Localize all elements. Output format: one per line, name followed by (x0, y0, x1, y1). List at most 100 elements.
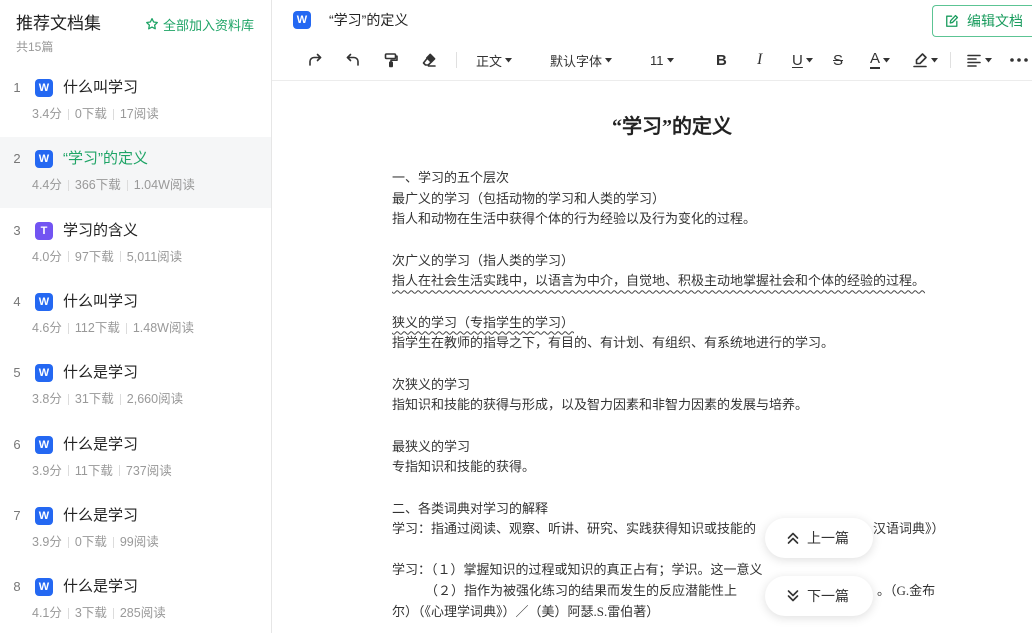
toolbar-divider (456, 52, 457, 68)
word-doc-icon: W (35, 364, 53, 382)
stats-separator (67, 179, 69, 191)
word-doc-icon: W (35, 507, 53, 525)
font-select-value: 默认字体 (550, 53, 603, 69)
item-reads: 1.48W阅读 (132, 321, 194, 335)
item-title: 学习的含义 (63, 221, 139, 239)
edit-document-button[interactable]: 编辑文档 (932, 5, 1032, 37)
doc-line: 次狭义的学习 (392, 376, 471, 392)
item-downloads: 31下载 (74, 392, 114, 406)
stats-separator (67, 465, 69, 476)
font-size-value: 11 (650, 52, 664, 68)
paragraph-style-value: 正文 (476, 53, 503, 69)
redo-button[interactable] (307, 50, 323, 70)
list-item[interactable]: 1 W 什么叫学习 3.4分 0下载 17阅读 (0, 66, 271, 137)
previous-document-label: 上一篇 (807, 530, 849, 546)
underline-icon: U (792, 51, 803, 69)
list-item-selected[interactable]: 2 W “学习”的定义 4.4分 366下载 1.04W阅读 (0, 137, 271, 208)
list-item[interactable]: 7 W 什么是学习 3.9分 0下载 99阅读 (0, 494, 271, 565)
doc-line: 最狭义的学习 (392, 438, 471, 454)
document-title: “学习”的定义 (612, 116, 732, 138)
add-all-to-library-link[interactable]: 全部加入资料库 (145, 14, 254, 34)
doc-line: 指人在社会生活实践中，以语言为中介，自觉地、积极主动地掌握社会和个体的经验的过程… (392, 271, 1032, 292)
doc-line: 学习：指通过阅读、观察、听讲、研究、实践获得知识或技能的 汉语词典》） (392, 519, 1032, 540)
chevron-down-icon (985, 57, 992, 63)
item-downloads: 112下载 (74, 321, 120, 335)
item-index: 7 (13, 508, 21, 523)
item-reads: 1.04W阅读 (133, 178, 195, 192)
doc-line-text: （２）指作为被强化练习的结果而发生的反应潜能性上 (425, 583, 738, 599)
undo-icon (345, 52, 361, 68)
undo-button[interactable] (345, 50, 361, 70)
item-downloads: 366下载 (74, 178, 121, 192)
item-score: 3.9分 (32, 535, 62, 549)
item-score: 4.0分 (32, 249, 62, 264)
stats-separator (67, 607, 69, 619)
list-item[interactable]: 8 W 什么是学习 4.1分 3下载 285阅读 (0, 565, 271, 633)
strikethrough-icon: S (833, 51, 844, 69)
doc-line-text: 。（G.金布 (877, 583, 936, 599)
list-item[interactable]: 4 W 什么叫学习 4.6分 112下载 1.48W阅读 (0, 280, 271, 351)
item-title: 什么是学习 (63, 364, 139, 381)
doc-line: 一、学习的五个层次 (392, 170, 510, 185)
list-item[interactable]: 3 T 学习的含义 4.0分 97下载 5,011阅读 (0, 209, 271, 280)
previous-document-button[interactable]: 上一篇 (765, 518, 873, 558)
highlight-color-button[interactable] (912, 50, 938, 70)
word-doc-icon: W (293, 11, 311, 29)
format-painter-icon (383, 52, 399, 68)
bold-button[interactable]: B (716, 50, 727, 70)
item-downloads: 0下载 (74, 535, 107, 549)
font-color-button[interactable]: A (870, 50, 891, 70)
item-reads: 17阅读 (119, 107, 159, 121)
align-left-icon (966, 52, 982, 68)
italic-button[interactable]: I (757, 50, 762, 70)
align-button[interactable] (966, 50, 992, 70)
chevron-down-icon (931, 57, 938, 63)
document-header-title: “学习”的定义 (329, 12, 409, 28)
stats-separator (67, 322, 69, 334)
chevron-down-icon (605, 57, 613, 63)
doc-line-text: 汉语词典》） (873, 521, 945, 537)
double-chevron-up-icon (786, 531, 800, 545)
wavy-underlined-text: 狭义的学习（专指学生的学习） (392, 314, 575, 330)
doc-line: （２）指作为被强化练习的结果而发生的反应潜能性上 。（G.金布 (392, 581, 1032, 602)
item-downloads: 0下载 (74, 107, 107, 121)
item-score: 3.9分 (32, 463, 62, 478)
stats-separator (112, 607, 114, 619)
font-size-select[interactable]: 11 (650, 50, 674, 70)
editor-toolbar: 正文 默认字体 11 B I U S A (272, 40, 1032, 81)
stats-separator (67, 108, 69, 120)
italic-icon: I (757, 51, 763, 68)
chevron-down-icon (505, 57, 513, 63)
item-downloads: 11下载 (74, 463, 113, 478)
item-stats: 3.4分 0下载 17阅读 (32, 105, 159, 123)
doc-line: 二、各类词典对学习的解释 (392, 500, 549, 516)
document-panel: W “学习”的定义 编辑文档 正文 默认字体 11 B I U S A “学习”… (272, 0, 1032, 633)
word-doc-icon: W (35, 293, 53, 311)
double-chevron-down-icon (786, 589, 800, 603)
doc-line: 指学生在教师的指导之下，有目的、有计划、有组织、有系统地进行的学习。 (392, 335, 835, 351)
next-document-button[interactable]: 下一篇 (765, 576, 873, 616)
item-index: 4 (13, 294, 21, 309)
font-select[interactable]: 默认字体 (550, 50, 613, 70)
paragraph-style-select[interactable]: 正文 (476, 50, 513, 70)
format-painter-button[interactable] (383, 50, 399, 70)
list-item[interactable]: 6 W 什么是学习 3.9分 11下载 737阅读 (0, 423, 271, 494)
underline-button[interactable]: U (792, 50, 813, 70)
more-button[interactable] (1010, 50, 1028, 70)
doc-line: 尔）（《心理学词典》）／（美）阿瑟.S.雷伯著） (392, 603, 660, 619)
text-doc-icon: T (35, 221, 53, 240)
sidebar-title: 推荐文档集 (16, 14, 101, 33)
clear-format-button[interactable] (421, 50, 437, 70)
item-score: 3.8分 (32, 392, 62, 406)
word-doc-icon: W (35, 578, 53, 596)
list-item[interactable]: 5 W 什么是学习 3.8分 31下载 2,660阅读 (0, 351, 271, 422)
edit-icon (945, 14, 959, 28)
strikethrough-button[interactable]: S (833, 50, 843, 70)
item-stats: 4.0分 97下载 5,011阅读 (32, 248, 182, 266)
next-document-label: 下一篇 (807, 588, 849, 604)
item-reads: 99阅读 (119, 535, 159, 549)
